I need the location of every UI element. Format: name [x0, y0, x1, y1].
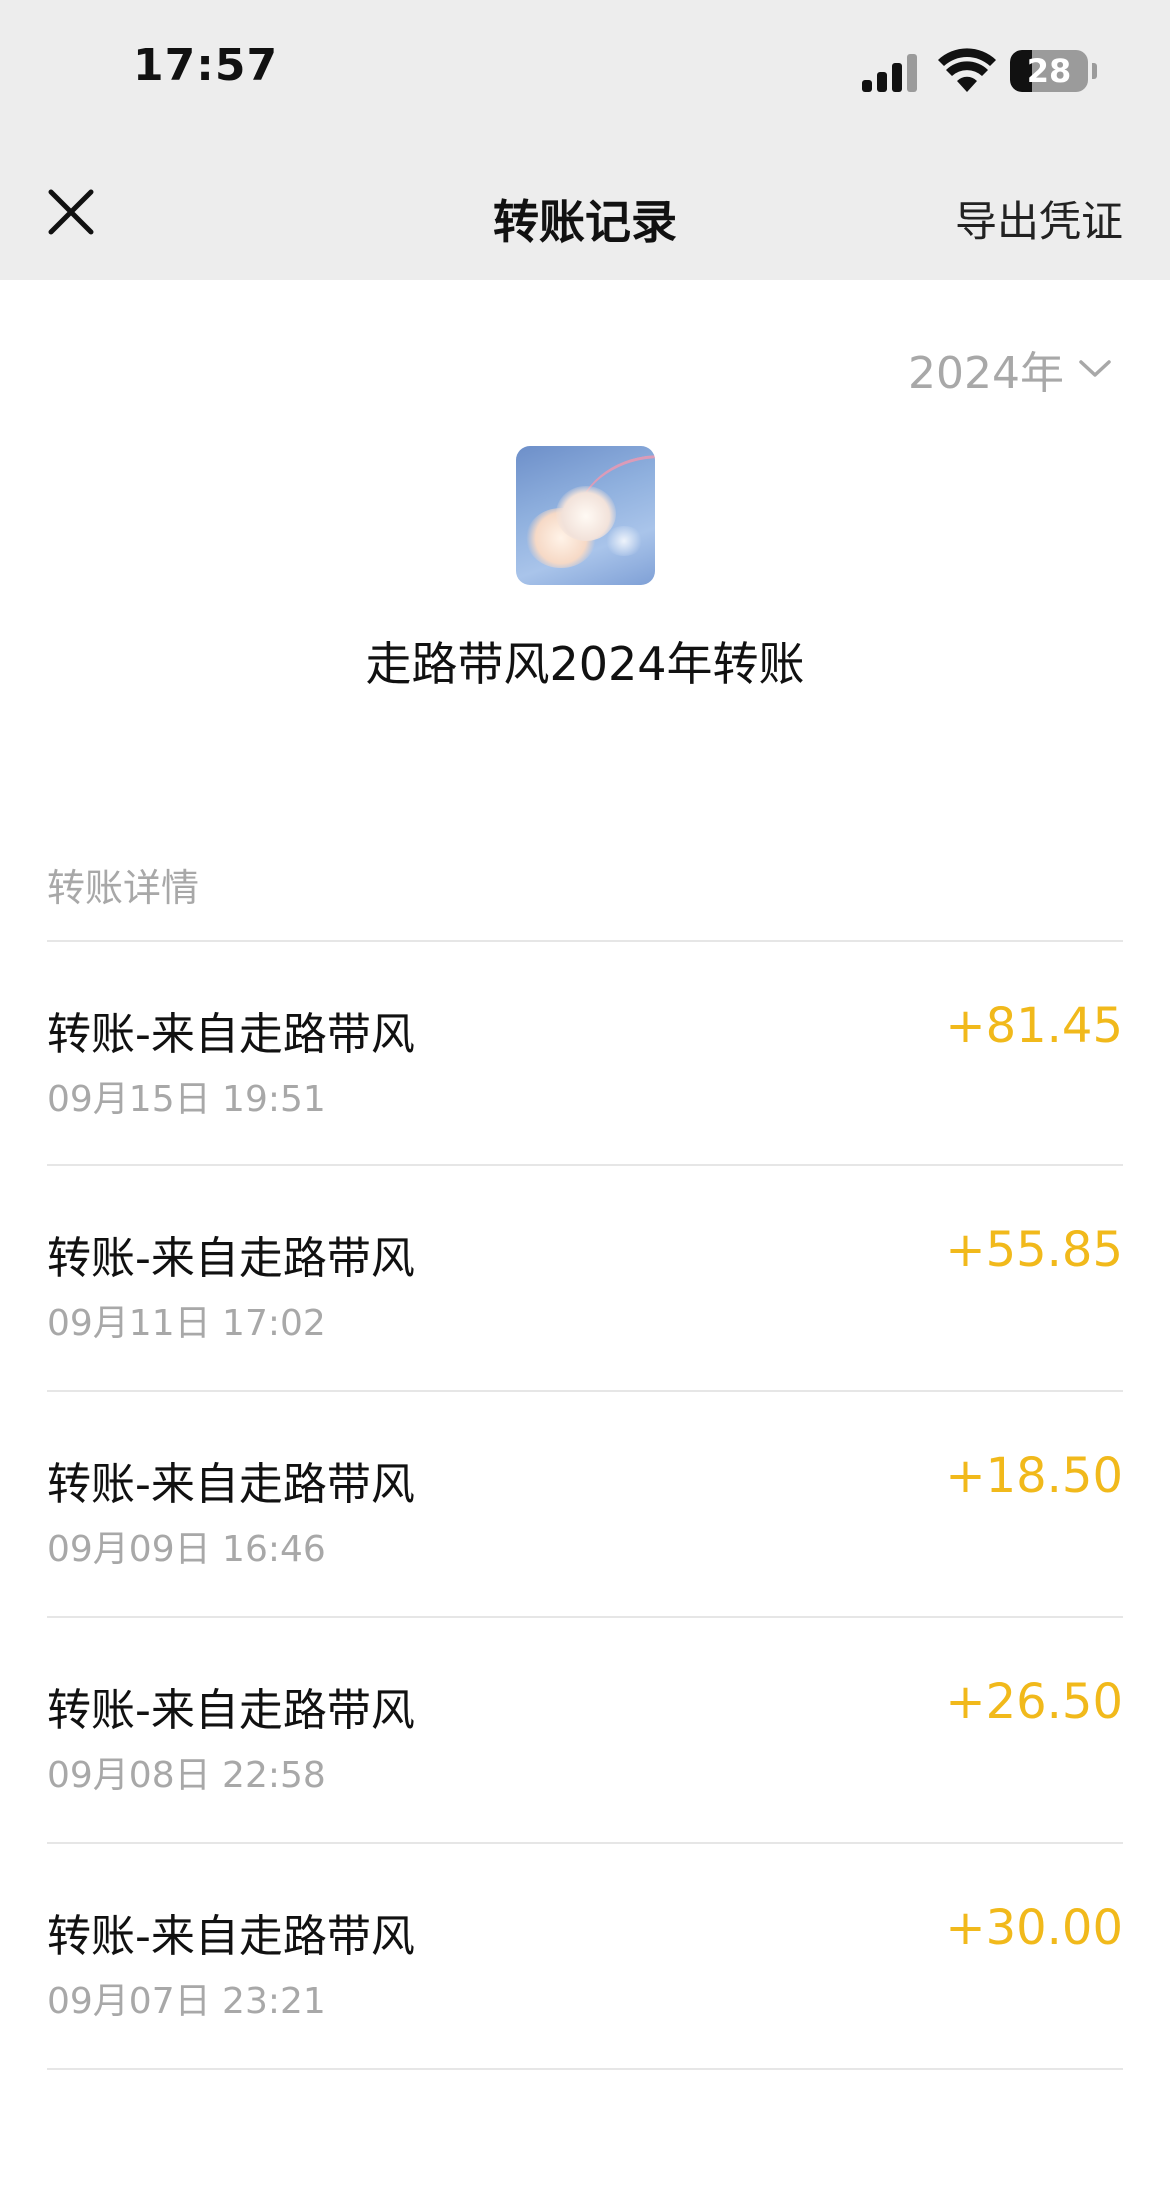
year-picker[interactable]: 2024年	[908, 337, 1112, 401]
record-date: 09月09日 16:46	[47, 1529, 326, 1570]
record-amount: +30.00	[945, 1900, 1123, 1956]
year-picker-label: 2024年	[908, 348, 1064, 399]
record-date: 09月07日 23:21	[47, 1981, 326, 2022]
top-bar: 17:57 28 转账记录 导出凭证	[0, 0, 1170, 280]
record-title: 转账-来自走路带风	[47, 1233, 415, 1284]
section-label: 转账详情	[47, 866, 200, 910]
list-item[interactable]: 转账-来自走路带风 09月07日 23:21 +30.00	[47, 1844, 1123, 2070]
record-date: 09月15日 19:51	[47, 1079, 326, 1120]
status-icons: 28	[862, 48, 1102, 96]
record-title: 转账-来自走路带风	[47, 1009, 415, 1060]
list-item[interactable]: 转账-来自走路带风 09月11日 17:02 +55.85	[47, 1166, 1123, 1392]
record-title: 转账-来自走路带风	[47, 1685, 415, 1736]
record-title: 转账-来自走路带风	[47, 1459, 415, 1510]
summary-title: 走路带风2024年转账	[365, 637, 805, 691]
list-item[interactable]: 转账-来自走路带风 09月09日 16:46 +18.50	[47, 1392, 1123, 1618]
transfer-list: 转账-来自走路带风 09月15日 19:51 +81.45 转账-来自走路带风 …	[47, 940, 1123, 2070]
record-amount: +55.85	[945, 1222, 1123, 1278]
record-date: 09月08日 22:58	[47, 1755, 326, 1796]
list-item[interactable]: 转账-来自走路带风 09月15日 19:51 +81.45	[47, 940, 1123, 1166]
record-amount: +81.45	[945, 998, 1123, 1054]
record-amount: +18.50	[945, 1448, 1123, 1504]
signal-icon	[862, 52, 922, 92]
battery-level: 28	[1026, 52, 1072, 90]
battery-icon: 28	[1010, 50, 1088, 92]
status-time: 17:57	[133, 40, 279, 91]
chevron-down-icon	[1079, 360, 1111, 377]
avatar	[516, 446, 655, 585]
list-item[interactable]: 转账-来自走路带风 09月08日 22:58 +26.50	[47, 1618, 1123, 1844]
record-amount: +26.50	[945, 1674, 1123, 1730]
export-voucher-button[interactable]: 导出凭证	[955, 188, 1123, 249]
battery-cap	[1092, 63, 1097, 79]
record-title: 转账-来自走路带风	[47, 1911, 415, 1962]
wifi-icon	[938, 48, 996, 92]
record-date: 09月11日 17:02	[47, 1303, 326, 1344]
